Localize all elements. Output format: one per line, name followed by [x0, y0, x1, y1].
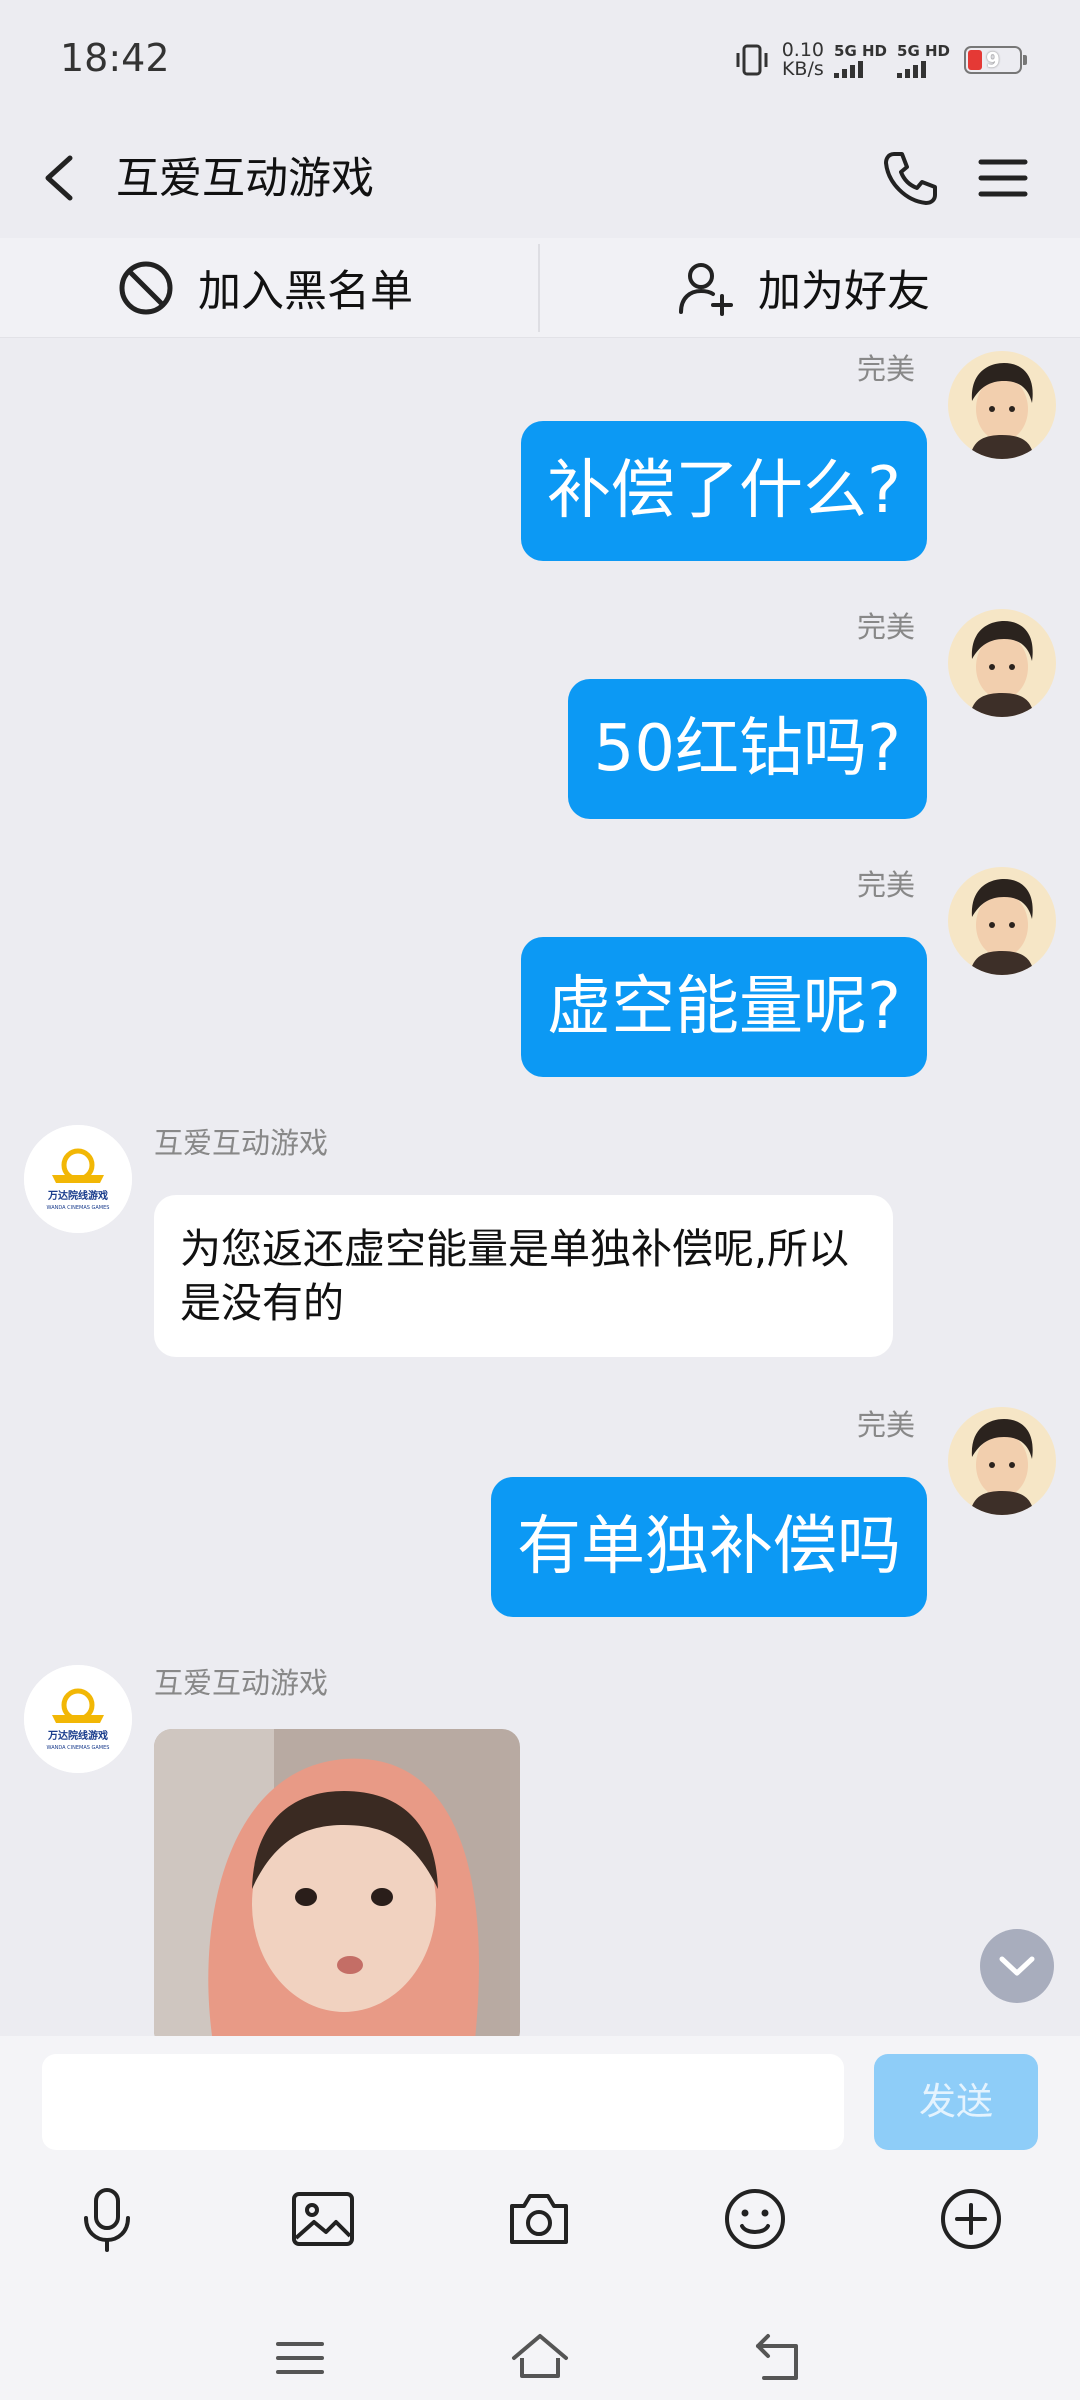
add-to-blacklist-button[interactable]: 加入黑名单: [116, 238, 413, 338]
composer: 发送: [0, 2036, 1080, 2400]
contact-avatar[interactable]: 万达院线游戏 WANDA CINEMAS GAMES: [24, 1665, 132, 1773]
contact-action-bar: 加入黑名单 加为好友: [0, 238, 1080, 338]
message-bubble-sent[interactable]: 有单独补偿吗: [491, 1477, 927, 1617]
emoji-icon[interactable]: [720, 2184, 790, 2254]
my-avatar[interactable]: [948, 609, 1056, 717]
network-speed-unit: KB/s: [781, 58, 824, 80]
add-user-icon: [676, 258, 736, 318]
logo-subtext: WANDA CINEMAS GAMES: [47, 1745, 110, 1751]
logo-subtext: WANDA CINEMAS GAMES: [47, 1205, 110, 1211]
message-sender-name: 互爱互动游戏: [154, 1126, 329, 1160]
sticker-image[interactable]: [154, 1729, 520, 2036]
status-indicators: 0.10 KB/s 5G HD 5G HD 9: [732, 38, 1027, 82]
status-bar: 18:42 0.10 KB/s 5G HD 5G HD 9: [0, 0, 1080, 120]
back-nav-icon[interactable]: [750, 2328, 810, 2388]
scroll-to-bottom-button[interactable]: [980, 1929, 1054, 2003]
battery-icon: 9: [964, 46, 1027, 74]
sim2-label: 5G HD: [897, 41, 950, 60]
sim2-signal: 5G HD: [897, 41, 950, 78]
message-sender-name: 完美: [856, 610, 915, 644]
add-friend-button[interactable]: 加为好友: [676, 238, 930, 338]
my-avatar[interactable]: [948, 351, 1056, 459]
block-icon: [116, 258, 176, 318]
message-sender-name: 完美: [856, 1408, 915, 1442]
sim1-signal: 5G HD: [834, 41, 888, 78]
battery-level: 9: [986, 48, 1000, 72]
action-divider: [538, 244, 540, 332]
add-to-blacklist-label: 加入黑名单: [198, 267, 413, 317]
signal-bars-icon: [897, 60, 927, 78]
home-icon[interactable]: [510, 2328, 570, 2388]
plus-icon[interactable]: [936, 2184, 1006, 2254]
vibrate-icon: [732, 43, 772, 77]
sim1-label: 5G HD: [834, 41, 888, 60]
message-list[interactable]: 完美 补偿了什么? 完美 50红钻吗? 完美 虚空能量呢? 万达院线游戏 WAN…: [0, 339, 1080, 2036]
message-input[interactable]: [42, 2054, 844, 2150]
message-bubble-sent[interactable]: 补偿了什么?: [521, 421, 927, 561]
microphone-icon[interactable]: [72, 2184, 142, 2254]
network-speed: 0.10 KB/s: [782, 41, 824, 79]
message-sender-name: 完美: [856, 352, 915, 386]
chat-header: 互爱互动游戏: [0, 120, 1080, 238]
my-avatar[interactable]: [948, 1407, 1056, 1515]
chevron-down-icon: [999, 1956, 1035, 1976]
message-bubble-sent[interactable]: 虚空能量呢?: [521, 937, 927, 1077]
image-icon[interactable]: [288, 2184, 358, 2254]
message-sender-name: 完美: [856, 868, 915, 902]
add-friend-label: 加为好友: [758, 267, 930, 317]
send-button[interactable]: 发送: [874, 2054, 1038, 2150]
phone-call-icon[interactable]: [880, 148, 940, 208]
status-time: 18:42: [60, 36, 170, 80]
recent-apps-icon[interactable]: [270, 2328, 330, 2388]
my-avatar[interactable]: [948, 867, 1056, 975]
camera-icon[interactable]: [504, 2184, 574, 2254]
back-arrow-icon[interactable]: [34, 150, 90, 206]
contact-avatar[interactable]: 万达院线游戏 WANDA CINEMAS GAMES: [24, 1125, 132, 1233]
logo-text: 万达院线游戏: [47, 1729, 108, 1742]
message-bubble-received[interactable]: 为您返还虚空能量是单独补偿呢,所以是没有的: [154, 1195, 893, 1357]
menu-icon[interactable]: [975, 150, 1031, 206]
chat-title: 互爱互动游戏: [116, 154, 374, 204]
logo-text: 万达院线游戏: [47, 1189, 108, 1202]
signal-bars-icon: [834, 60, 864, 78]
message-bubble-sent[interactable]: 50红钻吗?: [567, 679, 927, 819]
message-sender-name: 互爱互动游戏: [154, 1666, 329, 1700]
